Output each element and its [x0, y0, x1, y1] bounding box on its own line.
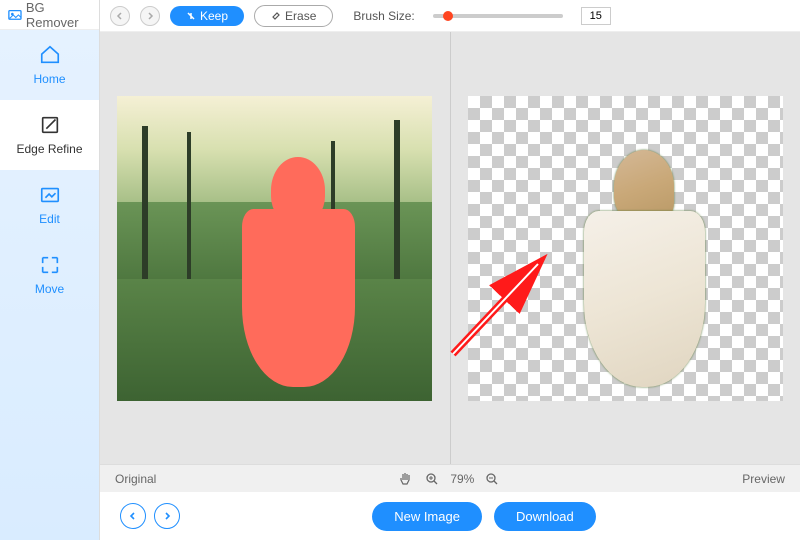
zoom-out-button[interactable]: [484, 471, 500, 487]
zoom-level: 79%: [450, 472, 474, 486]
download-button[interactable]: Download: [494, 502, 596, 531]
edit-icon: [39, 184, 61, 206]
sidebar: BG Remover Home Edge Refine Edit Move: [0, 0, 100, 540]
erase-button[interactable]: Erase: [254, 5, 333, 27]
main-area: Keep Erase Brush Size:: [100, 0, 800, 540]
sidebar-item-label: Home: [33, 72, 65, 86]
status-bar: Original 79% Preview: [100, 464, 800, 492]
sidebar-item-label: Move: [35, 282, 64, 296]
sidebar-item-edit[interactable]: Edit: [0, 170, 99, 240]
next-image-button[interactable]: [154, 503, 180, 529]
keep-button[interactable]: Keep: [170, 6, 244, 26]
brush-size-slider[interactable]: [433, 14, 563, 18]
sidebar-item-move[interactable]: Move: [0, 240, 99, 310]
logo-icon: [8, 7, 22, 23]
brush-size-label: Brush Size:: [353, 9, 414, 23]
slider-thumb[interactable]: [443, 11, 453, 21]
sidebar-item-label: Edit: [39, 212, 60, 226]
sidebar-item-home[interactable]: Home: [0, 30, 99, 100]
move-icon: [39, 254, 61, 276]
pan-tool-icon[interactable]: [398, 471, 414, 487]
keep-icon: [186, 11, 196, 21]
new-image-button[interactable]: New Image: [372, 502, 482, 531]
preview-label: Preview: [742, 472, 785, 486]
undo-button[interactable]: [110, 6, 130, 26]
preview-image[interactable]: [468, 96, 783, 401]
original-image[interactable]: [117, 96, 432, 401]
keep-mask-overlay: [228, 157, 370, 395]
bottom-bar: New Image Download: [100, 492, 800, 540]
canvas-area: [100, 32, 800, 464]
original-panel: [100, 32, 450, 464]
home-icon: [39, 44, 61, 66]
prev-image-button[interactable]: [120, 503, 146, 529]
brush-size-input[interactable]: [581, 7, 611, 25]
zoom-in-button[interactable]: [424, 471, 440, 487]
edge-refine-icon: [39, 114, 61, 136]
redo-button[interactable]: [140, 6, 160, 26]
original-label: Original: [115, 472, 156, 486]
app-logo: BG Remover: [0, 0, 99, 30]
erase-icon: [271, 11, 281, 21]
app-title: BG Remover: [26, 0, 91, 30]
toolbar: Keep Erase Brush Size:: [100, 0, 800, 32]
preview-panel: [450, 32, 800, 464]
sidebar-item-label: Edge Refine: [16, 142, 82, 156]
sidebar-item-edge-refine[interactable]: Edge Refine: [0, 100, 99, 170]
